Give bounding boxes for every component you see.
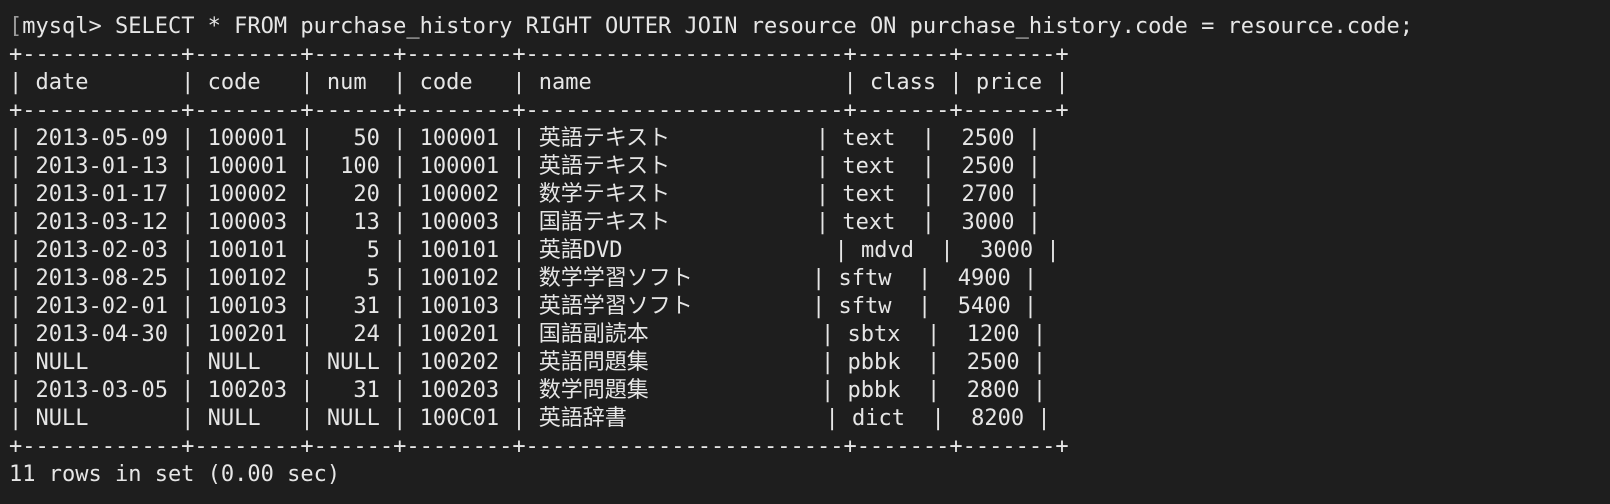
table-row: | 2013-01-13 | 100001 | 100 | 100001 | 英… [9, 154, 1042, 179]
table-row: | NULL | NULL | NULL | 100202 | 英語問題集 | … [9, 350, 1047, 375]
terminal-output: [mysql> SELECT * FROM purchase_history R… [9, 13, 1604, 499]
table-border-top: +------------+--------+------+--------+-… [9, 42, 1069, 67]
sql-command: SELECT * FROM purchase_history RIGHT OUT… [114, 14, 1413, 39]
table-row: | 2013-02-03 | 100101 | 5 | 100101 | 英語D… [9, 238, 1060, 263]
table-border-bottom: +------------+--------+------+--------+-… [9, 434, 1069, 459]
table-row: | 2013-03-05 | 100203 | 31 | 100203 | 数学… [9, 378, 1047, 403]
table-row: | 2013-01-17 | 100002 | 20 | 100002 | 数学… [9, 182, 1042, 207]
result-summary: 11 rows in set (0.00 sec) [9, 462, 341, 487]
table-border-header: +------------+--------+------+--------+-… [9, 98, 1069, 123]
table-header: | date | code | num | code | name | clas… [9, 70, 1069, 95]
table-row: | 2013-02-01 | 100103 | 31 | 100103 | 英語… [9, 294, 1038, 319]
table-row: | 2013-08-25 | 100102 | 5 | 100102 | 数学学… [9, 266, 1038, 291]
command-line: [mysql> SELECT * FROM purchase_history R… [9, 13, 1604, 41]
table-row: | NULL | NULL | NULL | 100C01 | 英語辞書 | d… [9, 406, 1051, 431]
table-row: | 2013-04-30 | 100201 | 24 | 100201 | 国語… [9, 322, 1047, 347]
table-row: | 2013-03-12 | 100003 | 13 | 100003 | 国語… [9, 210, 1042, 235]
mysql-prompt: mysql> [22, 14, 115, 39]
prompt-bracket: [ [9, 14, 23, 39]
table-row: | 2013-05-09 | 100001 | 50 | 100001 | 英語… [9, 126, 1042, 151]
